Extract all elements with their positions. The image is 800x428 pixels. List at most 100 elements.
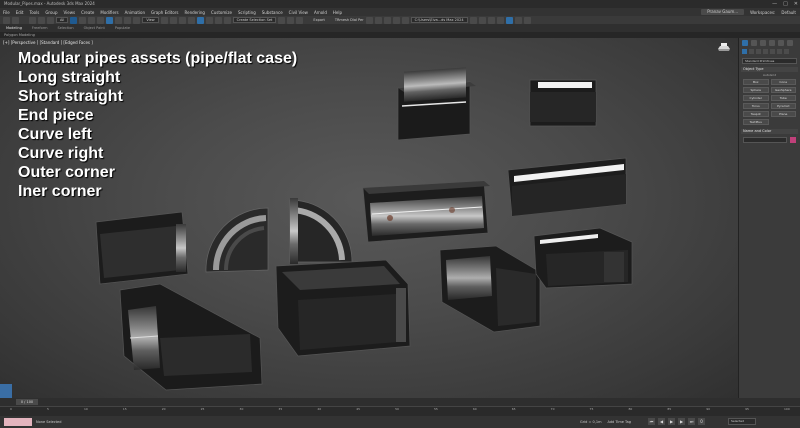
cameras-icon[interactable] [763,49,768,54]
a360-icon[interactable] [523,16,531,24]
export-label[interactable]: Export [313,18,324,22]
hierarchy-tab-icon[interactable] [760,40,766,46]
percent-snap-icon[interactable] [205,16,213,24]
tube-button[interactable]: Tube [770,95,796,101]
schematic-view-icon[interactable] [374,16,382,24]
primitive-type-select[interactable]: Standard Primitives [742,58,797,64]
keyboard-shortcut-icon[interactable] [178,16,186,24]
systems-icon[interactable] [784,49,789,54]
reference-coordinate-select[interactable]: View [142,17,159,23]
menu-tools[interactable]: Tools [29,10,39,15]
mirror-icon[interactable] [278,16,286,24]
time-slider[interactable]: 0 / 100 [0,398,800,406]
torus-button[interactable]: Torus [743,103,769,109]
pivot-center-icon[interactable] [160,16,168,24]
snaps-toggle-icon[interactable] [187,16,195,24]
tri-mesh-label[interactable]: TRmesh Dial Per [335,18,364,22]
cylinder-button[interactable]: Cylinder [743,95,769,101]
project-path-select[interactable]: C:\Users\Eiva...ds Max 2024 [410,17,468,23]
modify-tab-icon[interactable] [751,40,757,46]
add-time-tag-button[interactable]: Add Time Tag [607,418,631,426]
asset-long-straight-flat[interactable] [507,157,627,217]
polygon-modeling-label[interactable]: Polygon Modeling [4,33,35,37]
spinner-snap-icon[interactable] [214,16,222,24]
go-to-end-icon[interactable]: ⏭ [688,418,695,425]
motion-tab-icon[interactable] [769,40,775,46]
asset-long-straight-top[interactable] [397,67,476,141]
curve-editor-icon[interactable] [365,16,373,24]
render-iterative-icon[interactable] [496,16,504,24]
menu-graph-editors[interactable]: Graph Editors [151,10,178,15]
asset-outer-corner[interactable] [119,283,263,391]
tab-freeform[interactable]: Freeform [32,26,48,30]
object-name-field[interactable] [743,137,787,143]
current-frame-field[interactable]: 0 [698,418,705,425]
go-to-start-icon[interactable]: ⏮ [648,418,655,425]
arnold-icon[interactable] [505,16,513,24]
cloud-render-icon[interactable] [514,16,522,24]
select-manipulate-icon[interactable] [169,16,177,24]
perspective-viewport[interactable]: [+] [Perspective ] [Standard ] [Edged Fa… [0,38,738,398]
asset-short-straight-top[interactable] [529,79,597,127]
asset-curve-right[interactable] [289,198,353,264]
menu-create[interactable]: Create [81,10,94,15]
rectangle-selection-icon[interactable] [88,16,96,24]
menu-file[interactable]: File [3,10,10,15]
menu-rendering[interactable]: Rendering [185,10,205,15]
link-icon[interactable] [29,16,36,24]
menu-substance[interactable]: Substance [262,10,283,15]
plane-button[interactable]: Plane [770,111,796,117]
asset-end-piece[interactable] [95,211,189,285]
teapot-button[interactable]: Teapot [743,111,769,117]
next-frame-icon[interactable]: ▶ [678,418,685,425]
autogrid-checkbox[interactable]: AutoGrid [739,73,800,77]
asset-inner-corner-flat[interactable] [533,227,633,289]
close-icon[interactable]: ✕ [794,0,798,8]
angle-snap-icon[interactable] [196,16,204,24]
time-slider-handle[interactable]: 0 / 100 [16,399,38,405]
box-button[interactable]: Box [743,79,769,85]
tab-populate[interactable]: Populate [115,26,130,30]
object-type-rollout[interactable]: Object Type [741,67,798,72]
tab-selection[interactable]: Selection [58,26,74,30]
pyramid-button[interactable]: Pyramid [770,103,796,109]
space-warps-icon[interactable] [777,49,782,54]
key-filter-select[interactable]: Selected [728,418,756,425]
rendered-frame-icon[interactable] [401,16,409,24]
toggle-scene-explorer-icon[interactable] [296,16,304,24]
cone-button[interactable]: Cone [770,79,796,85]
asset-inner-corner[interactable] [275,259,411,357]
undo-icon[interactable] [3,16,10,24]
previous-frame-icon[interactable]: ◀ [658,418,665,425]
menu-customize[interactable]: Customize [211,10,232,15]
geometry-icon[interactable] [742,49,747,54]
create-tab-icon[interactable] [742,40,748,46]
select-move-icon[interactable] [106,16,114,24]
asset-curve-left[interactable] [205,207,269,273]
redo-icon[interactable] [12,16,19,24]
menu-modifiers[interactable]: Modifiers [100,10,118,15]
bind-space-warp-icon[interactable] [47,16,54,24]
display-tab-icon[interactable] [778,40,784,46]
menu-help[interactable]: Help [333,10,342,15]
object-color-swatch[interactable] [790,137,796,143]
play-icon[interactable]: ▶ [668,418,675,425]
material-editor-icon[interactable] [383,16,391,24]
asset-outer-corner-pipe[interactable] [439,245,541,333]
project-folder-icon[interactable] [478,16,486,24]
maxscript-listener-icon[interactable] [0,384,12,398]
menu-arnold[interactable]: Arnold [314,10,327,15]
menu-views[interactable]: Views [64,10,76,15]
viewcube-icon[interactable] [716,42,732,54]
track-bar[interactable]: 0 5 10 15 20 25 30 35 40 45 50 55 60 65 … [0,406,800,416]
textplus-button[interactable]: TextPlus [743,119,769,125]
select-rotate-icon[interactable] [115,16,123,24]
window-crossing-icon[interactable] [97,16,105,24]
select-object-icon[interactable] [70,16,78,24]
workspace-select[interactable]: Default [781,10,796,15]
render-icon[interactable] [487,16,495,24]
menu-civil-view[interactable]: Civil View [289,10,308,15]
lights-icon[interactable] [756,49,761,54]
maxscript-mini-listener[interactable] [4,418,32,426]
selection-filter-select[interactable]: All [56,17,69,23]
